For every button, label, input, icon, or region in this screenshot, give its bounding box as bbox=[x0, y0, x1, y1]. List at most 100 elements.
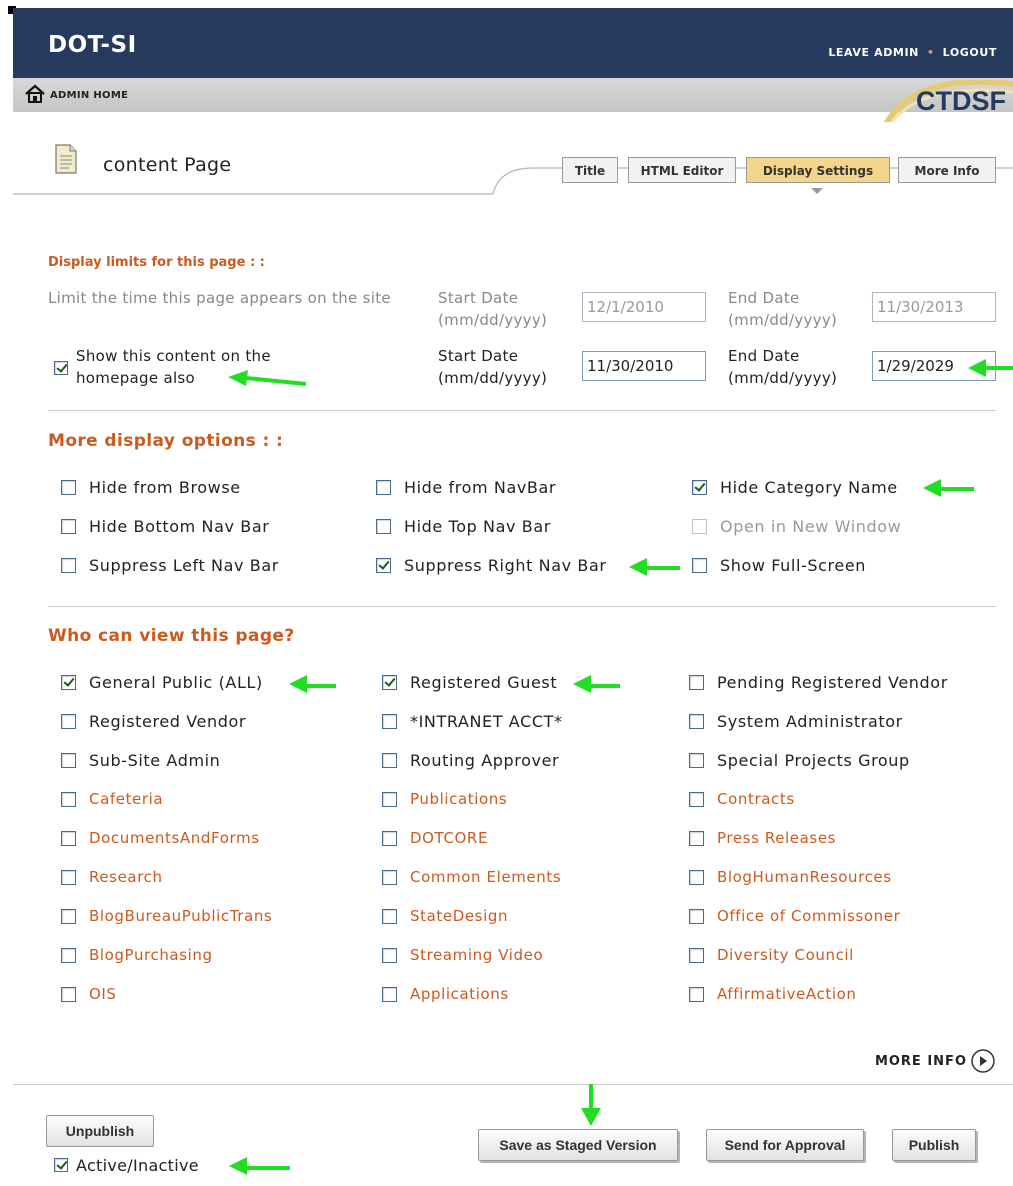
checkbox-dotcore[interactable] bbox=[382, 830, 397, 846]
checkbox-sub-site-admin[interactable] bbox=[61, 752, 76, 768]
option-publications[interactable]: Publications bbox=[382, 788, 507, 810]
admin-home-link[interactable]: ADMIN HOME bbox=[50, 90, 128, 101]
option-pending-registered-vendor[interactable]: Pending Registered Vendor bbox=[689, 671, 948, 693]
option-sub-site-admin[interactable]: Sub-Site Admin bbox=[61, 749, 220, 771]
checkbox-registered-vendor[interactable] bbox=[61, 713, 76, 729]
option-common-elements[interactable]: Common Elements bbox=[382, 866, 561, 888]
checkbox-bloghumanresources[interactable] bbox=[689, 869, 704, 885]
option-applications[interactable]: Applications bbox=[382, 983, 509, 1005]
option-hide-category-name[interactable]: Hide Category Name bbox=[692, 476, 898, 498]
option-blogbureaupublictrans[interactable]: BlogBureauPublicTrans bbox=[61, 905, 272, 927]
home-icon[interactable] bbox=[24, 84, 46, 104]
option-hide-from-browse[interactable]: Hide from Browse bbox=[61, 476, 241, 498]
checkbox-hide-from-navbar[interactable] bbox=[376, 479, 391, 495]
tab-title[interactable]: Title bbox=[562, 157, 618, 183]
option-suppress-right-nav-bar[interactable]: Suppress Right Nav Bar bbox=[376, 554, 607, 576]
option-hide-bottom-nav-bar[interactable]: Hide Bottom Nav Bar bbox=[61, 515, 269, 537]
checkbox-suppress-right-nav-bar[interactable] bbox=[376, 557, 391, 573]
option-registered-guest[interactable]: Registered Guest bbox=[382, 671, 557, 693]
checkbox-contracts[interactable] bbox=[689, 791, 704, 807]
checkbox-affirmativeaction[interactable] bbox=[689, 986, 704, 1002]
option-dotcore[interactable]: DOTCORE bbox=[382, 827, 488, 849]
checkbox-system-administrator[interactable] bbox=[689, 713, 704, 729]
checkbox-ois[interactable] bbox=[61, 986, 76, 1002]
send-approval-button[interactable]: Send for Approval bbox=[706, 1129, 864, 1161]
checkbox-hide-top-nav-bar[interactable] bbox=[376, 518, 391, 534]
annotation-arrow-icon bbox=[229, 1157, 290, 1175]
checkbox-hide-category-name[interactable] bbox=[692, 479, 707, 495]
publish-button[interactable]: Publish bbox=[892, 1129, 976, 1161]
checkbox-statedesign[interactable] bbox=[382, 908, 397, 924]
option-affirmativeaction[interactable]: AffirmativeAction bbox=[689, 983, 857, 1005]
option-hide-from-navbar[interactable]: Hide from NavBar bbox=[376, 476, 556, 498]
option-cafeteria[interactable]: Cafeteria bbox=[61, 788, 163, 810]
checkbox-office-of-commissoner[interactable] bbox=[689, 908, 704, 924]
option-hide-top-nav-bar[interactable]: Hide Top Nav Bar bbox=[376, 515, 551, 537]
checkbox-cafeteria[interactable] bbox=[61, 791, 76, 807]
more-info-link[interactable]: MORE INFO bbox=[875, 1054, 967, 1069]
logout-link[interactable]: LOGOUT bbox=[943, 46, 997, 59]
option-press-releases[interactable]: Press Releases bbox=[689, 827, 836, 849]
checkbox-applications[interactable] bbox=[382, 986, 397, 1002]
checkbox-open-in-new-window[interactable] bbox=[692, 518, 707, 534]
option-open-in-new-window[interactable]: Open in New Window bbox=[692, 515, 901, 537]
tab-html-editor[interactable]: HTML Editor bbox=[628, 157, 736, 183]
option-ois[interactable]: OIS bbox=[61, 983, 117, 1005]
checkbox-special-projects-group[interactable] bbox=[689, 752, 704, 768]
checkbox-pending-registered-vendor[interactable] bbox=[689, 674, 704, 690]
checkbox-box[interactable] bbox=[54, 361, 68, 375]
tab-display-settings[interactable]: Display Settings bbox=[746, 157, 890, 183]
leave-admin-link[interactable]: LEAVE ADMIN bbox=[828, 46, 919, 59]
checkbox-publications[interactable] bbox=[382, 791, 397, 807]
option-routing-approver[interactable]: Routing Approver bbox=[382, 749, 559, 771]
option-general-public-all[interactable]: General Public (ALL) bbox=[61, 671, 263, 693]
checkbox-press-releases[interactable] bbox=[689, 830, 704, 846]
option-streaming-video[interactable]: Streaming Video bbox=[382, 944, 543, 966]
annotation-arrow-icon bbox=[629, 558, 680, 576]
option-diversity-council[interactable]: Diversity Council bbox=[689, 944, 854, 966]
option-system-administrator[interactable]: System Administrator bbox=[689, 710, 903, 732]
checkbox-suppress-left-nav-bar[interactable] bbox=[61, 557, 76, 573]
option-label: *INTRANET ACCT* bbox=[410, 711, 563, 731]
checkbox-hide-bottom-nav-bar[interactable] bbox=[61, 518, 76, 534]
start-date-label-dim: Start Date (mm/dd/yyyy) bbox=[438, 289, 548, 329]
option-special-projects-group[interactable]: Special Projects Group bbox=[689, 749, 910, 771]
checkbox-registered-guest[interactable] bbox=[382, 674, 397, 690]
option-contracts[interactable]: Contracts bbox=[689, 788, 795, 810]
start-date-input[interactable] bbox=[582, 351, 706, 381]
checkbox-intranet-acct[interactable] bbox=[382, 713, 397, 729]
checkbox-show-full-screen[interactable] bbox=[692, 557, 707, 573]
checkbox-general-public-all[interactable] bbox=[61, 674, 76, 690]
checkbox-blogbureaupublictrans[interactable] bbox=[61, 908, 76, 924]
play-circle-icon[interactable] bbox=[970, 1048, 996, 1074]
checkbox-streaming-video[interactable] bbox=[382, 947, 397, 963]
option-blogpurchasing[interactable]: BlogPurchasing bbox=[61, 944, 213, 966]
option-statedesign[interactable]: StateDesign bbox=[382, 905, 508, 927]
option-office-of-commissoner[interactable]: Office of Commissoner bbox=[689, 905, 900, 927]
start-date-input-disabled[interactable] bbox=[582, 292, 706, 322]
option-label: Publications bbox=[410, 790, 508, 808]
checkbox-common-elements[interactable] bbox=[382, 869, 397, 885]
save-staged-button[interactable]: Save as Staged Version bbox=[478, 1129, 678, 1161]
option-registered-vendor[interactable]: Registered Vendor bbox=[61, 710, 246, 732]
option-label: Office of Commissoner bbox=[717, 907, 901, 925]
end-date-input-disabled[interactable] bbox=[872, 292, 996, 322]
option-research[interactable]: Research bbox=[61, 866, 163, 888]
option-documentsandforms[interactable]: DocumentsAndForms bbox=[61, 827, 260, 849]
checkbox-research[interactable] bbox=[61, 869, 76, 885]
option-label: BlogBureauPublicTrans bbox=[89, 907, 273, 925]
tab-more-info[interactable]: More Info bbox=[898, 157, 996, 183]
checkbox-box[interactable] bbox=[54, 1158, 68, 1172]
unpublish-button[interactable]: Unpublish bbox=[46, 1115, 154, 1147]
option-label: Cafeteria bbox=[89, 790, 164, 808]
option-intranet-acct[interactable]: *INTRANET ACCT* bbox=[382, 710, 563, 732]
option-suppress-left-nav-bar[interactable]: Suppress Left Nav Bar bbox=[61, 554, 279, 576]
checkbox-documentsandforms[interactable] bbox=[61, 830, 76, 846]
option-show-full-screen[interactable]: Show Full-Screen bbox=[692, 554, 866, 576]
checkbox-routing-approver[interactable] bbox=[382, 752, 397, 768]
checkbox-diversity-council[interactable] bbox=[689, 947, 704, 963]
option-bloghumanresources[interactable]: BlogHumanResources bbox=[689, 866, 892, 888]
checkbox-hide-from-browse[interactable] bbox=[61, 479, 76, 495]
checkbox-blogpurchasing[interactable] bbox=[61, 947, 76, 963]
option-label: Streaming Video bbox=[410, 946, 544, 964]
